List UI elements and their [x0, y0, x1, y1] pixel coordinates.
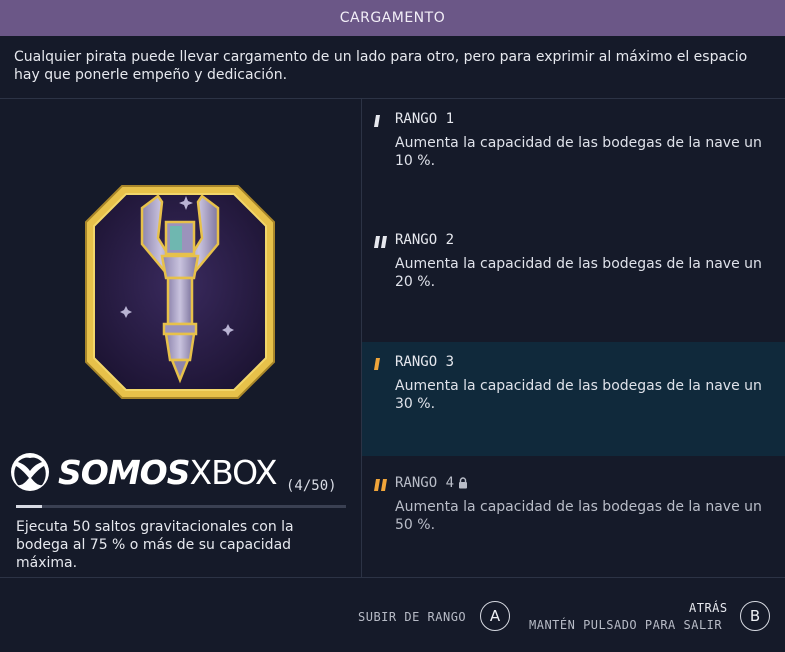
challenge-progress-fill	[16, 505, 43, 508]
challenge-progress-count: (4/50)	[286, 478, 337, 494]
rank-item-1[interactable]: RANGO 1 Aumenta la capacidad de las bode…	[362, 99, 785, 220]
rank-item-4-locked[interactable]: RANGO 4 Aumenta la capacidad de las bode…	[362, 463, 785, 577]
lock-icon	[459, 477, 468, 489]
watermark-light-text: XBOX	[189, 452, 277, 492]
rank-2-marks-icon	[374, 236, 387, 248]
rank-up-button-a[interactable]: A	[480, 601, 510, 631]
page-title: CARGAMENTO	[339, 10, 446, 26]
rank-item-3-selected[interactable]: RANGO 3 Aumenta la capacidad de las bode…	[362, 342, 785, 456]
divider-bottom	[0, 577, 785, 578]
somosxbox-watermark: SOMOS XBOX	[10, 452, 278, 492]
button-a-glyph: A	[489, 607, 501, 625]
challenge-progress-bar	[16, 505, 346, 508]
rank-title: RANGO 3	[395, 354, 455, 370]
rank-description: Aumenta la capacidad de las bodegas de l…	[395, 256, 762, 290]
rank-description: Aumenta la capacidad de las bodegas de l…	[395, 378, 762, 412]
back-button-b[interactable]: B	[740, 601, 770, 631]
rank-description: Aumenta la capacidad de las bodegas de l…	[395, 499, 762, 533]
rank-title: RANGO 4	[395, 475, 468, 491]
rank-1-marks-icon	[374, 115, 380, 127]
back-hold-hint: MANTÉN PULSADO PARA SALIR	[529, 618, 723, 632]
xbox-logo-icon	[11, 453, 49, 491]
rank-title: RANGO 1	[395, 111, 455, 127]
back-label: ATRÁS	[689, 601, 728, 615]
button-b-glyph: B	[749, 607, 761, 625]
rank-item-2[interactable]: RANGO 2 Aumenta la capacidad de las bode…	[362, 220, 785, 341]
watermark-bold-text: SOMOS	[58, 452, 190, 492]
header-bar: CARGAMENTO	[0, 0, 785, 36]
rank-3-marks-icon	[374, 358, 380, 370]
rank-description: Aumenta la capacidad de las bodegas de l…	[395, 135, 762, 169]
rank-title: RANGO 2	[395, 232, 455, 248]
skill-description: Cualquier pirata puede llevar cargamento…	[14, 49, 748, 83]
rank-up-label: SUBIR DE RANGO	[358, 610, 467, 624]
cargo-skill-badge-icon	[85, 185, 275, 399]
challenge-text: Ejecuta 50 saltos gravitacionales con la…	[16, 519, 294, 571]
rank-4-marks-icon	[374, 479, 387, 491]
